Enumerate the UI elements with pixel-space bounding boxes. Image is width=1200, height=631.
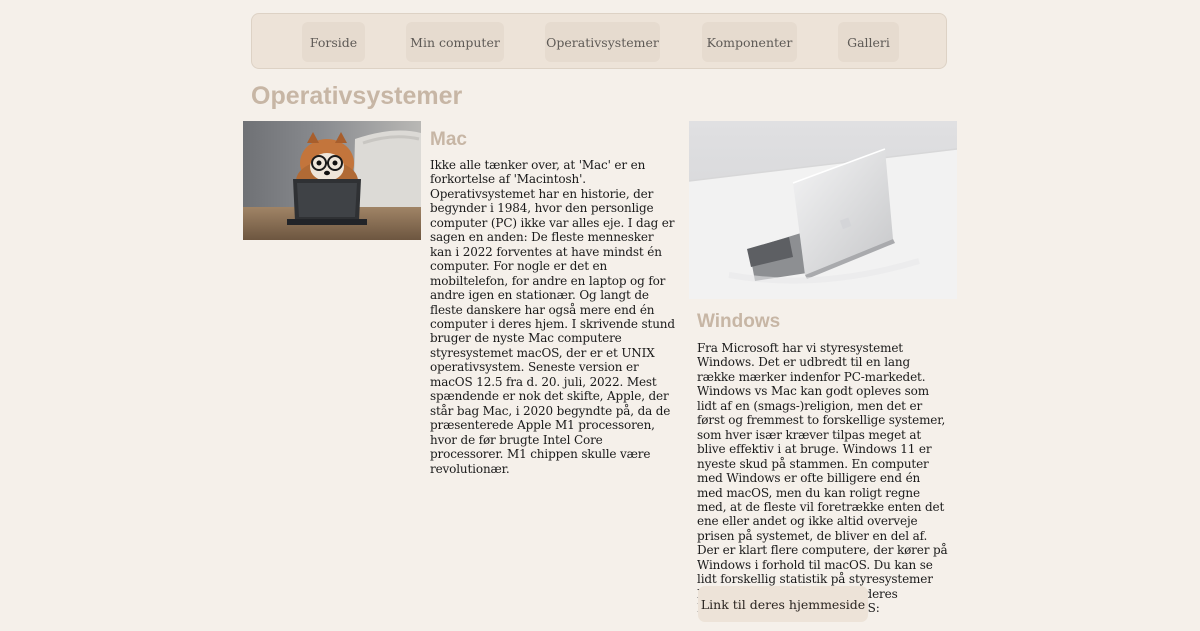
nav-bar: Forside Min computer Operativsystemer Ko… — [251, 13, 947, 69]
windows-homepage-link-button[interactable]: Link til deres hjemmeside — [698, 586, 868, 622]
nav-item-min-computer[interactable]: Min computer — [406, 22, 504, 62]
mac-heading: Mac — [430, 129, 467, 150]
nav-item-forside[interactable]: Forside — [302, 22, 365, 62]
mac-dog-laptop-photo — [243, 121, 421, 240]
nav-item-operativsystemer[interactable]: Operativsystemer — [545, 22, 660, 62]
page-title: Operativsystemer — [251, 82, 463, 110]
windows-heading: Windows — [697, 311, 781, 332]
windows-laptop-photo — [689, 121, 957, 299]
nav-item-galleri[interactable]: Galleri — [838, 22, 899, 62]
mac-paragraph: Ikke alle tænker over, at 'Mac' er en fo… — [430, 158, 675, 476]
windows-paragraph: Fra Microsoft har vi styresystemet Windo… — [697, 341, 948, 616]
nav-item-komponenter[interactable]: Komponenter — [702, 22, 797, 62]
